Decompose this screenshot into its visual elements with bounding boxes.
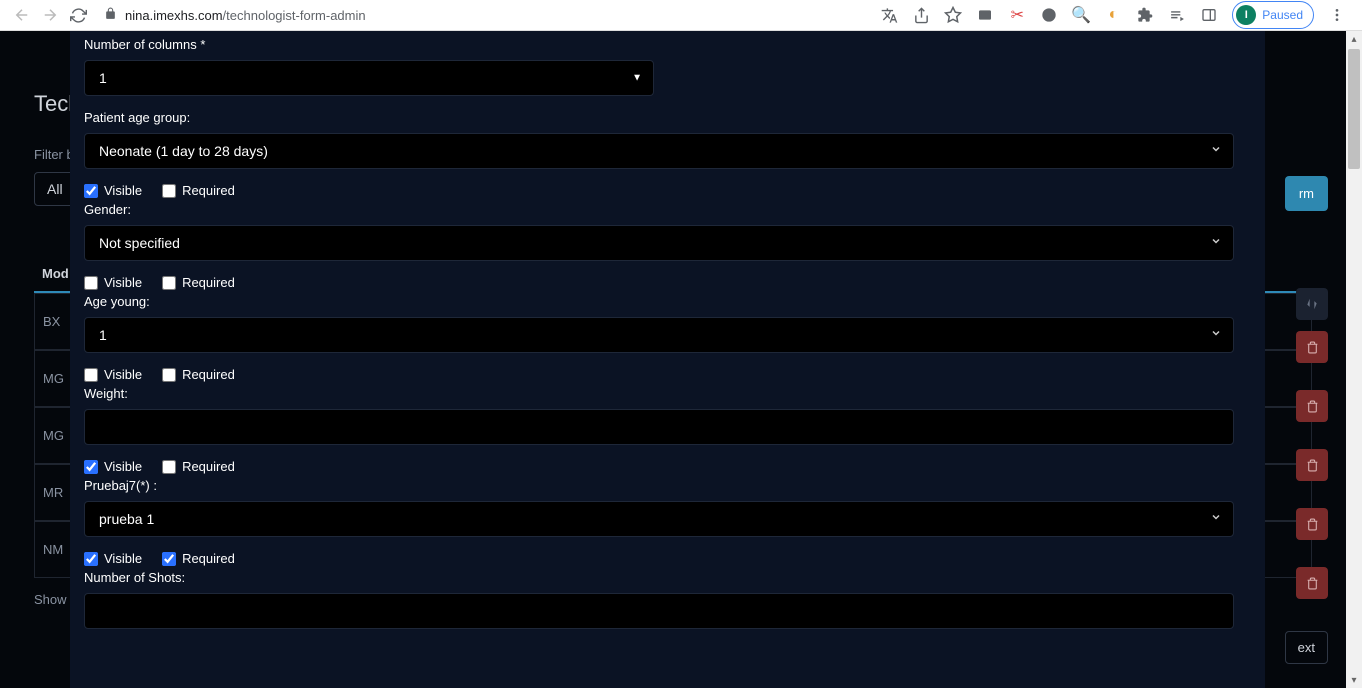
scroll-down-arrow[interactable]: ▾	[1346, 672, 1362, 688]
share-icon[interactable]	[912, 6, 930, 24]
ext-icon-3[interactable]	[1040, 6, 1058, 24]
weight-input[interactable]	[84, 409, 1234, 445]
delete-button[interactable]	[1296, 508, 1328, 540]
profile-paused-button[interactable]: I Paused	[1232, 1, 1314, 29]
reload-button[interactable]	[64, 1, 92, 29]
playlist-icon[interactable]	[1168, 6, 1186, 24]
ext-icon-4[interactable]: 🔍	[1072, 6, 1090, 24]
visible-label: Visible	[104, 551, 142, 566]
url-host: nina.imexhs.com	[125, 8, 223, 23]
required-label: Required	[182, 183, 235, 198]
age-young-select[interactable]: 1	[84, 317, 1234, 353]
pruebaj7-select[interactable]: prueba 1	[84, 501, 1234, 537]
ext-icon-2[interactable]: ✂	[1008, 6, 1026, 24]
age-group-visible-checkbox[interactable]	[84, 184, 98, 198]
shots-label: Number of Shots:	[84, 570, 1245, 585]
age-group-required-checkbox[interactable]	[162, 184, 176, 198]
weight-label: Weight:	[84, 386, 1245, 401]
age-young-visible-checkbox[interactable]	[84, 368, 98, 382]
translate-icon[interactable]	[880, 6, 898, 24]
weight-required-checkbox[interactable]	[162, 460, 176, 474]
visible-label: Visible	[104, 275, 142, 290]
pruebaj7-required-checkbox[interactable]	[162, 552, 176, 566]
delete-button[interactable]	[1296, 567, 1328, 599]
age-young-required-checkbox[interactable]	[162, 368, 176, 382]
pruebaj7-label: Pruebaj7(*) :	[84, 478, 1245, 493]
age-group-select[interactable]: Neonate (1 day to 28 days)	[84, 133, 1234, 169]
gender-visible-checkbox[interactable]	[84, 276, 98, 290]
extensions-icon[interactable]	[1136, 6, 1154, 24]
chrome-extensions-area: ✂ 🔍 ◐ I Paused	[880, 1, 1354, 29]
panel-icon[interactable]	[1200, 6, 1218, 24]
visible-label: Visible	[104, 367, 142, 382]
scrollbar-track[interactable]: ▴ ▾	[1346, 31, 1362, 688]
url-path: /technologist-form-admin	[223, 8, 366, 23]
star-icon[interactable]	[944, 6, 962, 24]
weight-visible-checkbox[interactable]	[84, 460, 98, 474]
delete-button[interactable]	[1296, 449, 1328, 481]
shots-input[interactable]	[84, 593, 1234, 629]
scroll-up-arrow[interactable]: ▴	[1346, 31, 1362, 47]
primary-action-button[interactable]: rm	[1285, 176, 1328, 211]
lock-icon	[104, 7, 117, 23]
delete-button[interactable]	[1296, 390, 1328, 422]
paused-label: Paused	[1262, 8, 1303, 22]
required-label: Required	[182, 459, 235, 474]
columns-label: Number of columns *	[84, 37, 1245, 52]
visible-label: Visible	[104, 183, 142, 198]
gender-label: Gender:	[84, 202, 1245, 217]
delete-button[interactable]	[1296, 331, 1328, 363]
pruebaj7-visible-checkbox[interactable]	[84, 552, 98, 566]
address-bar[interactable]: nina.imexhs.com/technologist-form-admin	[92, 7, 880, 23]
required-label: Required	[182, 551, 235, 566]
ext-icon-5[interactable]: ◐	[1104, 6, 1122, 24]
browser-toolbar: nina.imexhs.com/technologist-form-admin …	[0, 0, 1362, 31]
back-button[interactable]	[8, 1, 36, 29]
required-label: Required	[182, 367, 235, 382]
age-young-label: Age young:	[84, 294, 1245, 309]
visible-label: Visible	[104, 459, 142, 474]
form-dialog: Number of columns * 1 ▼ Patient age grou…	[70, 31, 1265, 688]
avatar: I	[1236, 5, 1256, 25]
menu-icon[interactable]	[1328, 6, 1346, 24]
sort-button[interactable]	[1296, 288, 1328, 320]
scrollbar-thumb[interactable]	[1348, 49, 1360, 169]
next-button[interactable]: ext	[1285, 631, 1328, 664]
required-label: Required	[182, 275, 235, 290]
forward-button[interactable]	[36, 1, 64, 29]
gender-select[interactable]: Not specified	[84, 225, 1234, 261]
age-group-label: Patient age group:	[84, 110, 1245, 125]
gender-required-checkbox[interactable]	[162, 276, 176, 290]
columns-select[interactable]: 1	[84, 60, 654, 96]
ext-icon-1[interactable]	[976, 6, 994, 24]
